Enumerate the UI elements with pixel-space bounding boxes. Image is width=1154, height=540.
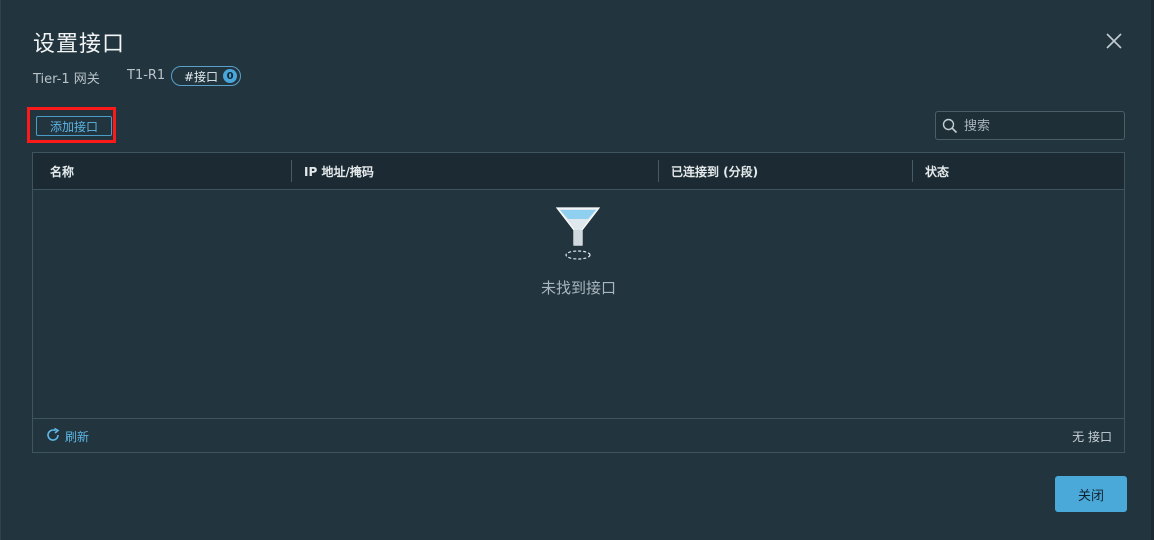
column-divider[interactable] xyxy=(658,160,659,182)
refresh-button[interactable]: 刷新 xyxy=(45,427,89,446)
interfaces-count-badge: 0 xyxy=(223,69,238,83)
column-header-status[interactable]: 状态 xyxy=(925,153,949,189)
column-divider[interactable] xyxy=(912,160,913,182)
close-icon[interactable] xyxy=(1103,30,1125,52)
gateway-type: Tier-1 网关 xyxy=(33,72,100,87)
grid-footer: 刷新 无 接口 xyxy=(33,418,1124,452)
interfaces-pill[interactable]: #接口 0 xyxy=(171,66,241,86)
column-header-connected-to[interactable]: 已连接到 (分段) xyxy=(671,153,758,189)
interfaces-grid: 名称 IP 地址/掩码 已连接到 (分段) 状态 未找到接口 刷新 无 接口 xyxy=(32,152,1125,453)
search-input[interactable] xyxy=(962,116,1121,137)
add-interface-highlight: 添加接口 xyxy=(27,107,116,143)
refresh-icon xyxy=(45,427,61,446)
gateway-name: T1-R1 xyxy=(127,68,166,83)
grid-header: 名称 IP 地址/掩码 已连接到 (分段) 状态 xyxy=(33,153,1124,190)
set-interfaces-dialog: 设置接口 Tier-1 网关 T1-R1 #接口 0 添加接口 名称 IP 地址… xyxy=(0,0,1151,540)
close-button[interactable]: 关闭 xyxy=(1055,476,1127,512)
search-icon xyxy=(942,118,958,138)
footer-item-count: 无 接口 xyxy=(1072,430,1112,444)
empty-message: 未找到接口 xyxy=(540,279,616,297)
column-header-name[interactable]: 名称 xyxy=(50,153,74,189)
dialog-title: 设置接口 xyxy=(33,32,126,57)
add-interface-button[interactable]: 添加接口 xyxy=(36,116,112,136)
column-header-ip[interactable]: IP 地址/掩码 xyxy=(304,153,374,189)
interfaces-pill-label: #接口 xyxy=(184,69,219,84)
column-divider[interactable] xyxy=(291,160,292,182)
search-box[interactable] xyxy=(935,111,1125,140)
refresh-label: 刷新 xyxy=(65,430,90,444)
funnel-icon xyxy=(554,205,602,267)
